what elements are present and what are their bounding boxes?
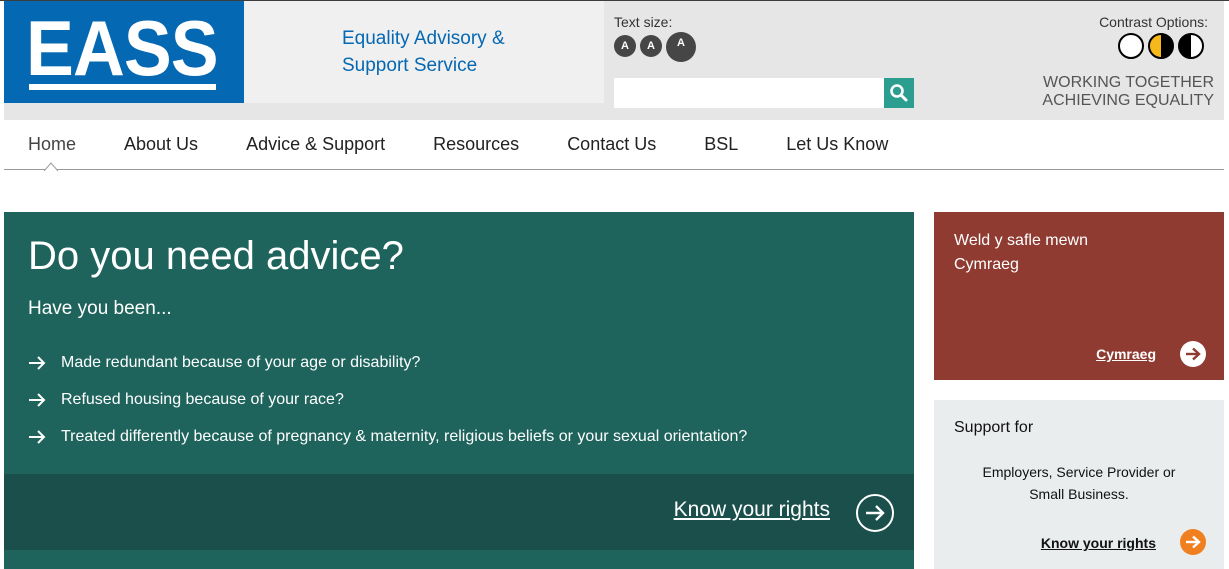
list-item-text: Treated differently because of pregnancy…: [61, 427, 748, 445]
contrast-options-label: Contrast Options:: [1099, 14, 1208, 30]
advice-heading: Do you need advice?: [28, 234, 404, 278]
site-tagline: Equality Advisory & Support Service: [342, 25, 505, 79]
nav-item-let-us-know[interactable]: Let Us Know: [762, 134, 912, 155]
text-size-medium-button[interactable]: A: [640, 35, 662, 57]
search-input[interactable]: [614, 78, 884, 108]
contrast-black-white-button[interactable]: [1178, 33, 1204, 59]
search-button[interactable]: [884, 78, 914, 108]
know-your-rights-arrow-button[interactable]: [856, 494, 894, 532]
list-item-text: Made redundant because of your age or di…: [61, 353, 421, 371]
nav-item-about-us[interactable]: About Us: [100, 134, 222, 155]
arrow-right-icon: [1186, 535, 1201, 549]
support-panel-title: Support for: [954, 419, 1034, 436]
welsh-line-1: Weld y safle mewn: [954, 232, 1088, 249]
text-size-label: Text size:: [614, 14, 673, 30]
nav-item-bsl[interactable]: BSL: [680, 134, 762, 155]
advice-list: Made redundant because of your age or di…: [28, 344, 747, 455]
welsh-panel-text: Weld y safle mewn Cymraeg: [954, 229, 1088, 277]
welsh-line-2: Cymraeg: [954, 256, 1019, 273]
list-item: Refused housing because of your race?: [28, 381, 747, 418]
advice-subheading: Have you been...: [28, 298, 172, 319]
cymraeg-arrow-button[interactable]: [1180, 341, 1206, 367]
site-motto: WORKING TOGETHER ACHIEVING EQUALITY: [1042, 74, 1214, 110]
nav-item-contact-us[interactable]: Contact Us: [543, 134, 680, 155]
arrow-right-circle-icon: [866, 505, 885, 521]
tagline-line-2: Support Service: [342, 55, 478, 76]
cymraeg-link[interactable]: Cymraeg: [1096, 346, 1156, 362]
main-navigation: Home About Us Advice & Support Resources…: [4, 120, 1224, 171]
text-size-large-button[interactable]: A: [666, 32, 696, 62]
search-icon: [890, 84, 908, 102]
arrow-right-icon: [1186, 347, 1201, 361]
tagline-line-1: Equality Advisory &: [342, 28, 505, 49]
know-your-rights-link[interactable]: Know your rights: [674, 498, 830, 522]
arrow-right-icon: [28, 429, 48, 444]
nav-item-advice-support[interactable]: Advice & Support: [222, 134, 409, 155]
welsh-language-panel: Weld y safle mewn Cymraeg Cymraeg: [934, 212, 1224, 380]
support-body-line-2: Small Business.: [1029, 486, 1129, 502]
logo-underline: [29, 84, 216, 90]
arrow-right-icon: [28, 392, 48, 407]
arrow-right-icon: [28, 355, 48, 370]
site-header: EASS Equality Advisory & Support Service…: [4, 1, 1224, 120]
support-body-line-1: Employers, Service Provider or: [982, 464, 1176, 480]
list-item-text: Refused housing because of your race?: [61, 390, 344, 408]
tagline-box: Equality Advisory & Support Service: [244, 1, 604, 103]
advice-footer: Know your rights: [4, 474, 914, 550]
text-size-controls: A A A: [614, 32, 696, 62]
eass-logo[interactable]: EASS: [4, 1, 244, 103]
active-nav-indicator-icon: [44, 162, 58, 171]
contrast-default-button[interactable]: [1118, 33, 1144, 59]
search-form: [614, 78, 914, 108]
business-support-panel: Support for Employers, Service Provider …: [934, 400, 1224, 569]
nav-item-home[interactable]: Home: [4, 134, 100, 155]
business-know-your-rights-arrow-button[interactable]: [1180, 529, 1206, 555]
contrast-yellow-black-button[interactable]: [1148, 33, 1174, 59]
motto-line-2: ACHIEVING EQUALITY: [1042, 92, 1214, 109]
advice-panel: Do you need advice? Have you been... Mad…: [4, 212, 914, 569]
logo-text: EASS: [26, 4, 219, 92]
text-size-small-button[interactable]: A: [614, 35, 636, 57]
business-know-your-rights-link[interactable]: Know your rights: [1041, 535, 1156, 551]
support-panel-body: Employers, Service Provider or Small Bus…: [934, 461, 1224, 505]
motto-line-1: WORKING TOGETHER: [1043, 74, 1214, 91]
contrast-options: [1118, 33, 1204, 59]
list-item: Treated differently because of pregnancy…: [28, 418, 747, 455]
nav-item-resources[interactable]: Resources: [409, 134, 543, 155]
list-item: Made redundant because of your age or di…: [28, 344, 747, 381]
